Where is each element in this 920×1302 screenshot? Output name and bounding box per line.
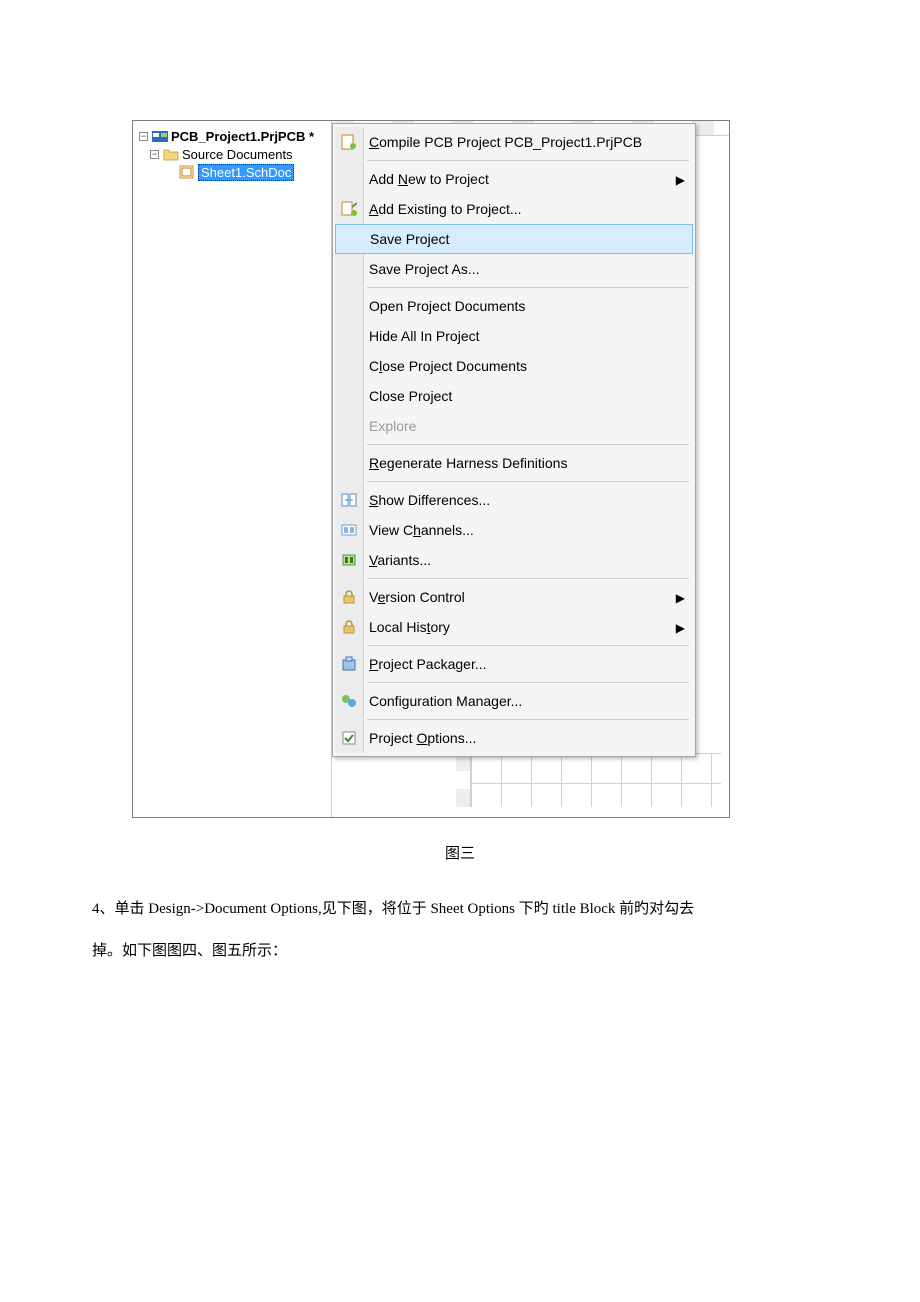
- body-paragraph: 4、单击 Design->Document Options,见下图，将位于 Sh…: [92, 888, 828, 972]
- project-tree: − PCB_Project1.PrjPCB * −: [133, 121, 331, 181]
- menu-add-existing-to-project[interactable]: Add Existing to Project...: [335, 194, 693, 224]
- submenu-arrow-icon: ▶: [676, 621, 685, 635]
- tree-sheet-label: Sheet1.SchDoc: [198, 164, 294, 181]
- compile-icon: [341, 134, 357, 150]
- menu-save-project-as[interactable]: Save Project As...: [335, 254, 693, 284]
- tree-row-source-documents[interactable]: − Source Documents: [144, 145, 331, 163]
- menu-close-project-documents[interactable]: Close Project Documents: [335, 351, 693, 381]
- menu-separator: [367, 645, 689, 646]
- menu-close-project[interactable]: Close Project: [335, 381, 693, 411]
- tree-source-docs-label: Source Documents: [182, 147, 293, 162]
- menu-explore: Explore: [335, 411, 693, 441]
- menu-separator: [367, 160, 689, 161]
- menu-show-differences[interactable]: Show Differences...: [335, 485, 693, 515]
- menu-separator: [367, 682, 689, 683]
- menu-open-docs-label: Open Project Documents: [369, 298, 525, 314]
- config-manager-icon: [341, 693, 357, 709]
- body-line-1: 4、单击 Design->Document Options,见下图，将位于 Sh…: [92, 888, 828, 930]
- menu-separator: [367, 481, 689, 482]
- canvas-grid: [470, 753, 721, 807]
- screenshot-container: − PCB_Project1.PrjPCB * −: [132, 120, 730, 818]
- add-existing-icon: [341, 201, 357, 217]
- menu-regenerate-harness[interactable]: Regenerate Harness Definitions: [335, 448, 693, 478]
- expander-icon[interactable]: −: [150, 150, 159, 159]
- folder-icon: [163, 147, 179, 161]
- tree-row-project[interactable]: − PCB_Project1.PrjPCB *: [133, 127, 331, 145]
- tree-project-label: PCB_Project1.PrjPCB *: [171, 129, 314, 144]
- menu-variants[interactable]: Variants...: [335, 545, 693, 575]
- menu-compile-project[interactable]: Compile PCB Project PCB_Project1.PrjPCB: [335, 127, 693, 157]
- options-icon: [341, 730, 357, 746]
- menu-config-manager-label: Configuration Manager...: [369, 693, 522, 709]
- schematic-sheet-icon: [179, 165, 195, 179]
- submenu-arrow-icon: ▶: [676, 173, 685, 187]
- document-page: − PCB_Project1.PrjPCB * −: [0, 0, 920, 1302]
- project-icon: [152, 129, 168, 143]
- project-tree-panel: − PCB_Project1.PrjPCB * −: [133, 121, 332, 817]
- menu-save-project[interactable]: Save Project: [335, 224, 693, 254]
- menu-project-packager[interactable]: Project Packager...: [335, 649, 693, 679]
- menu-save-project-label: Save Project: [370, 231, 449, 247]
- expander-icon[interactable]: −: [139, 132, 148, 141]
- menu-compile-label: ompile PCB Project PCB_Project1.PrjPCB: [379, 134, 642, 150]
- menu-view-channels[interactable]: View Channels...: [335, 515, 693, 545]
- diff-icon: [341, 492, 357, 508]
- menu-explore-label: Explore: [369, 418, 416, 434]
- body-line-2: 掉。如下图图四、图五所示：: [92, 930, 828, 972]
- menu-hide-all-in-project[interactable]: Hide All In Project: [335, 321, 693, 351]
- menu-hide-all-label: Hide All In Project: [369, 328, 480, 344]
- submenu-arrow-icon: ▶: [676, 591, 685, 605]
- menu-close-project-label: Close Project: [369, 388, 452, 404]
- menu-configuration-manager[interactable]: Configuration Manager...: [335, 686, 693, 716]
- figure-caption: 图三: [0, 842, 920, 863]
- ruler-side: [456, 753, 471, 807]
- menu-project-options[interactable]: Project Options...: [335, 723, 693, 753]
- project-context-menu: Compile PCB Project PCB_Project1.PrjPCB …: [332, 123, 696, 757]
- menu-version-control[interactable]: Version Control ▶: [335, 582, 693, 612]
- channels-icon: [341, 522, 357, 538]
- packager-icon: [341, 656, 357, 672]
- lock-icon: [341, 589, 357, 605]
- menu-open-project-documents[interactable]: Open Project Documents: [335, 291, 693, 321]
- lock-icon: [341, 619, 357, 635]
- menu-add-new-to-project[interactable]: Add New to Project ▶: [335, 164, 693, 194]
- menu-save-project-as-label: Save Project As...: [369, 261, 480, 277]
- menu-separator: [367, 719, 689, 720]
- menu-separator: [367, 578, 689, 579]
- menu-separator: [367, 444, 689, 445]
- menu-local-history[interactable]: Local History ▶: [335, 612, 693, 642]
- menu-separator: [367, 287, 689, 288]
- tree-row-sheet[interactable]: Sheet1.SchDoc: [173, 163, 331, 181]
- variants-icon: [341, 552, 357, 568]
